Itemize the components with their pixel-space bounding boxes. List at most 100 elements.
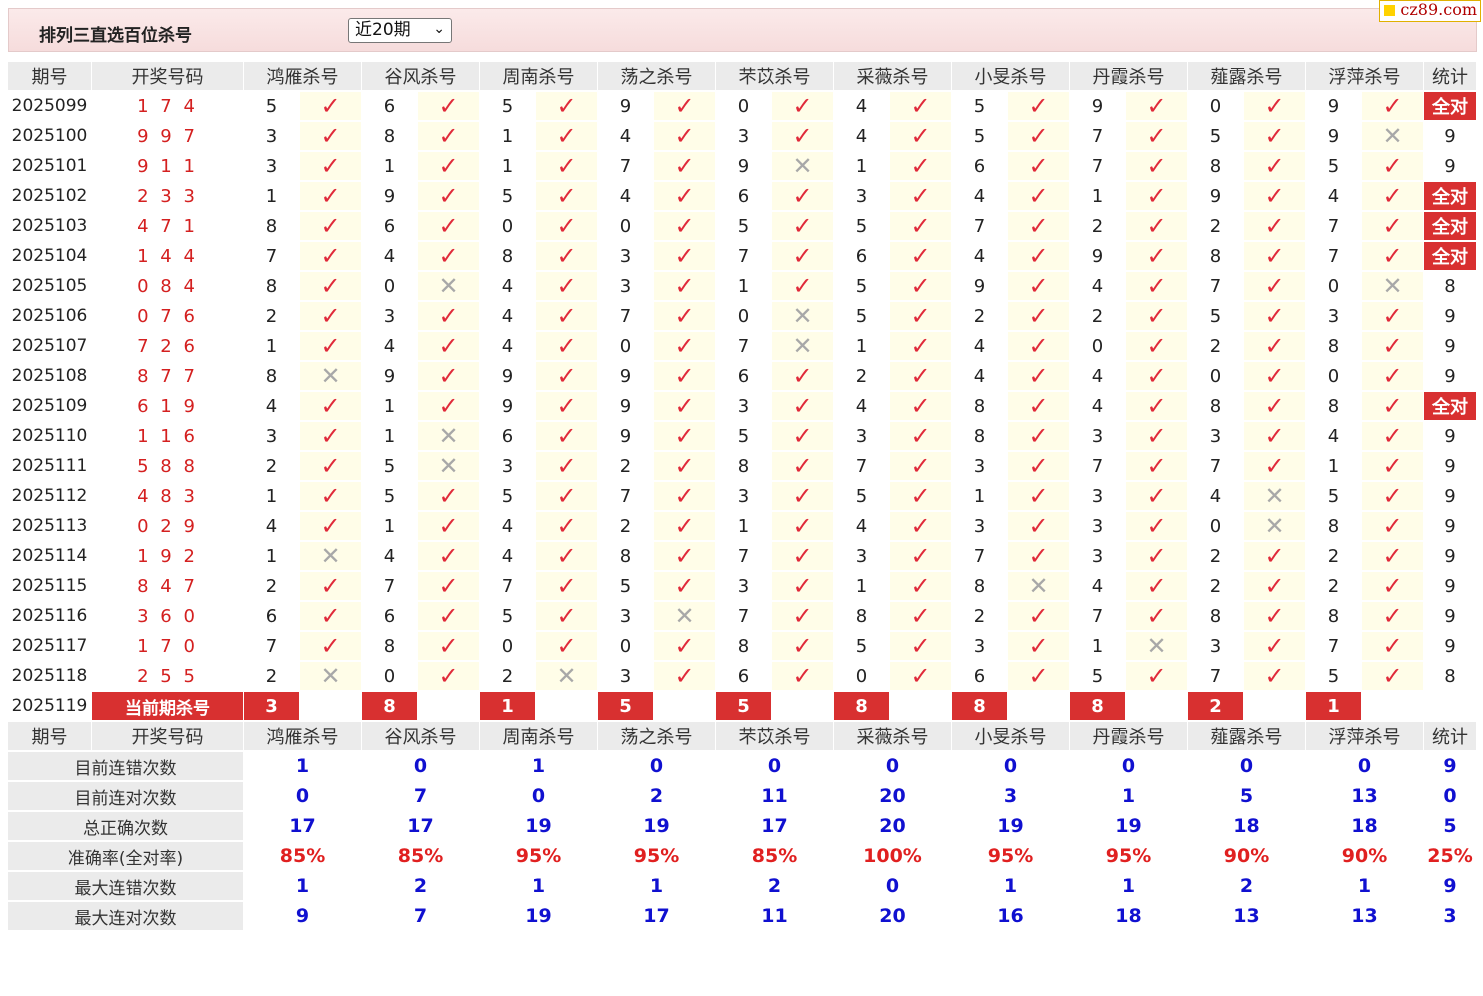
kill-number-cell: 0 <box>362 272 418 302</box>
stat-cell: 8 <box>1424 272 1477 302</box>
kill-number-cell: 4 <box>834 512 890 542</box>
check-icon: ✓ <box>1146 212 1167 240</box>
kill-number-cell: 9 <box>1070 92 1126 122</box>
result-cell: ✓ <box>300 182 362 212</box>
cross-icon: ✕ <box>1264 512 1285 540</box>
result-cell: ✓ <box>1126 212 1188 242</box>
kill-number-cell: 4 <box>598 182 654 212</box>
check-icon: ✓ <box>792 542 813 570</box>
kill-number-cell: 2 <box>1188 572 1244 602</box>
kill-number-cell: 2 <box>1070 212 1126 242</box>
kill-number-cell: 8 <box>480 242 536 272</box>
result-cell: ✓ <box>1244 302 1306 332</box>
kill-number-cell: 3 <box>952 452 1008 482</box>
kill-number-cell: 7 <box>244 632 300 662</box>
kill-number-cell: 4 <box>1070 572 1126 602</box>
result-cell: ✓ <box>1008 332 1070 362</box>
summary-value: 85% <box>244 842 362 872</box>
column-header: 薤露杀号 <box>1188 722 1306 752</box>
check-icon: ✓ <box>1382 302 1403 330</box>
check-icon: ✓ <box>1146 362 1167 390</box>
table-row: 2025106 0 7 6 2 ✓ 3 ✓ 4 ✓ 7 ✓ 0 ✕ 5 ✓ 2 ✓ 2 ✓ 5 ✓ 3 ✓ 9 <box>8 302 1477 332</box>
result-cell: ✓ <box>418 572 480 602</box>
kill-number-cell: 3 <box>716 122 772 152</box>
result-cell: ✓ <box>654 272 716 302</box>
blank-cell <box>654 692 716 722</box>
summary-value: 13 <box>1306 902 1424 932</box>
check-icon: ✓ <box>320 332 341 360</box>
kill-number-cell: 6 <box>952 152 1008 182</box>
summary-label: 目前连对次数 <box>8 782 244 812</box>
result-cell: ✓ <box>1244 182 1306 212</box>
kill-number-cell: 5 <box>952 92 1008 122</box>
cross-icon: ✕ <box>792 332 813 360</box>
check-icon: ✓ <box>674 542 695 570</box>
kill-number-cell: 2 <box>480 662 536 692</box>
table-row: 2025100 9 9 7 3 ✓ 8 ✓ 1 ✓ 4 ✓ 3 ✓ 4 ✓ 5 ✓ 7 ✓ 5 ✓ 9 ✕ 9 <box>8 122 1477 152</box>
result-cell: ✓ <box>1362 362 1424 392</box>
check-icon: ✓ <box>1382 422 1403 450</box>
kill-number-cell: 3 <box>1070 512 1126 542</box>
current-kill-number: 8 <box>952 692 1008 722</box>
result-cell: ✓ <box>1126 422 1188 452</box>
kill-number-cell: 6 <box>244 602 300 632</box>
result-cell: ✓ <box>1126 392 1188 422</box>
result-cell: ✓ <box>536 122 598 152</box>
draw-number-cell: 7 2 6 <box>92 332 244 362</box>
result-cell: ✓ <box>1008 482 1070 512</box>
result-cell: ✕ <box>772 302 834 332</box>
check-icon: ✓ <box>556 632 577 660</box>
all-correct-badge: 全对 <box>1424 212 1477 242</box>
kill-number-cell: 7 <box>1070 602 1126 632</box>
kill-number-cell: 1 <box>716 512 772 542</box>
result-cell: ✓ <box>1008 212 1070 242</box>
check-icon: ✓ <box>674 122 695 150</box>
kill-number-cell: 4 <box>362 332 418 362</box>
cross-icon: ✕ <box>792 152 813 180</box>
check-icon: ✓ <box>792 362 813 390</box>
kill-number-cell: 3 <box>598 662 654 692</box>
check-icon: ✓ <box>1264 602 1285 630</box>
result-cell: ✓ <box>1126 542 1188 572</box>
stat-cell: 9 <box>1424 632 1477 662</box>
result-cell: ✓ <box>1126 272 1188 302</box>
check-icon: ✓ <box>910 632 931 660</box>
check-icon: ✓ <box>910 92 931 120</box>
summary-value: 90% <box>1188 842 1306 872</box>
summary-value: 5 <box>1424 812 1477 842</box>
result-cell: ✓ <box>418 362 480 392</box>
result-cell: ✓ <box>1126 572 1188 602</box>
period-range-select[interactable]: 近20期 ⌄ <box>348 18 452 43</box>
all-correct-badge: 全对 <box>1424 242 1477 272</box>
summary-value: 17 <box>244 812 362 842</box>
result-cell: ✓ <box>1362 512 1424 542</box>
result-cell: ✓ <box>1362 542 1424 572</box>
result-cell: ✓ <box>890 92 952 122</box>
kill-number-cell: 4 <box>834 392 890 422</box>
check-icon: ✓ <box>792 422 813 450</box>
result-cell: ✓ <box>1008 302 1070 332</box>
result-cell: ✓ <box>890 422 952 452</box>
check-icon: ✓ <box>1382 92 1403 120</box>
summary-value: 95% <box>952 842 1070 872</box>
summary-value: 0 <box>480 782 598 812</box>
summary-value: 13 <box>1188 902 1306 932</box>
kill-number-cell: 3 <box>716 572 772 602</box>
column-header: 浮萍杀号 <box>1306 722 1424 752</box>
summary-value: 0 <box>244 782 362 812</box>
kill-number-cell: 6 <box>952 662 1008 692</box>
result-cell: ✕ <box>1126 632 1188 662</box>
column-header: 周南杀号 <box>480 722 598 752</box>
kill-number-cell: 4 <box>834 92 890 122</box>
check-icon: ✓ <box>556 182 577 210</box>
result-cell: ✓ <box>890 122 952 152</box>
result-cell: ✓ <box>654 512 716 542</box>
table-row: 2025111 5 8 8 2 ✓ 5 ✕ 3 ✓ 2 ✓ 8 ✓ 7 ✓ 3 ✓ 7 ✓ 7 ✓ 1 ✓ 9 <box>8 452 1477 482</box>
kill-number-cell: 8 <box>1306 512 1362 542</box>
check-icon: ✓ <box>674 152 695 180</box>
check-icon: ✓ <box>1146 392 1167 420</box>
result-cell: ✓ <box>1362 422 1424 452</box>
result-cell: ✓ <box>890 482 952 512</box>
result-cell: ✕ <box>300 362 362 392</box>
result-cell: ✓ <box>536 572 598 602</box>
